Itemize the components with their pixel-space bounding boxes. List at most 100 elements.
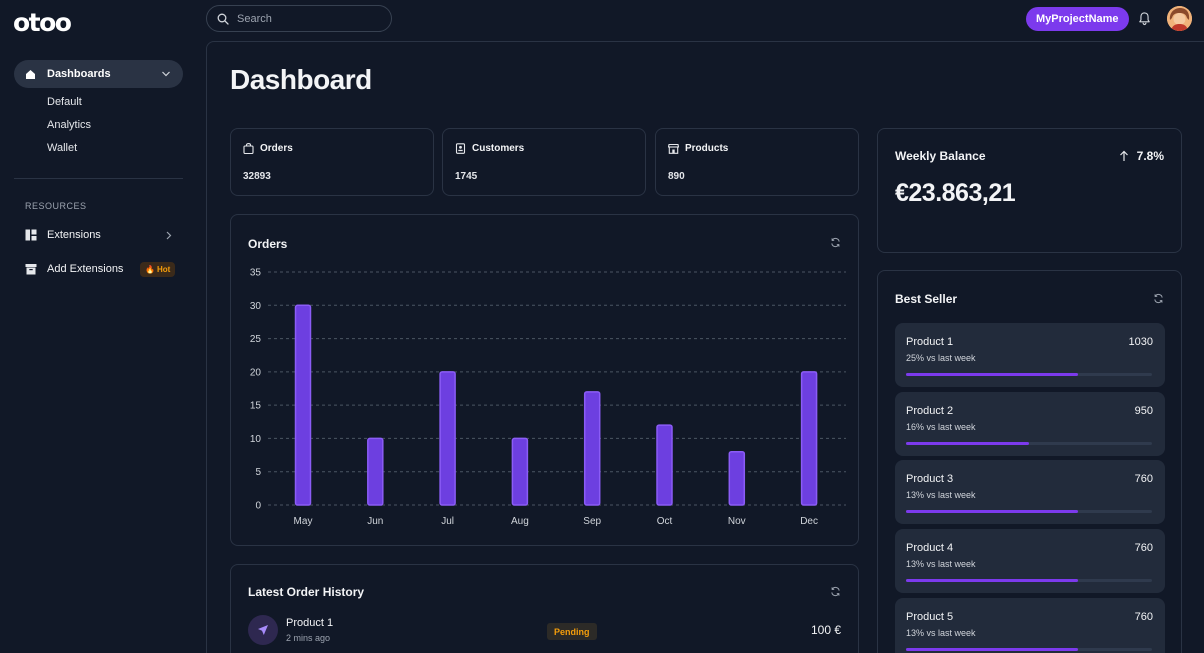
progress-track [906,579,1152,582]
product-trend: 13% vs last week [906,628,976,638]
grid-icon [25,229,37,241]
y-tick-label: 0 [255,501,261,512]
bar-jun[interactable] [367,437,384,506]
sidebar-item-label: Add Extensions [47,263,124,275]
stat-label: Customers [472,143,525,154]
progress-track [906,648,1152,651]
product-trend: 25% vs last week [906,353,976,363]
sidebar-item-add-extensions[interactable]: Add Extensions [25,263,123,275]
product-name: Product 3 [906,473,954,485]
y-tick-label: 35 [250,268,262,279]
best-seller-item[interactable]: Product 2 16% vs last week 950 [895,392,1165,456]
best-seller-item[interactable]: Product 5 13% vs last week 760 [895,598,1165,653]
product-trend: 16% vs last week [906,422,976,432]
app-logo[interactable]: otoo [13,8,72,37]
progress-fill [906,442,1029,445]
project-button[interactable]: MyProjectName [1026,7,1129,31]
bar-dec[interactable] [800,371,818,506]
sidebar-item-extensions[interactable]: Extensions [25,229,173,241]
bar-jul[interactable] [439,371,456,506]
store-icon [668,143,679,154]
progress-fill [906,373,1079,376]
stat-card-customers: Customers 1745 [442,128,646,196]
product-name: Product 2 [906,405,954,417]
bag-icon [243,143,254,154]
progress-track [906,510,1152,513]
stat-value: 32893 [243,171,271,182]
x-tick-label: Dec [800,516,818,527]
best-seller-item[interactable]: Product 1 25% vs last week 1030 [895,323,1165,387]
weekly-balance-amount: €23.863,21 [895,179,1016,207]
y-tick-label: 15 [250,401,262,412]
weekly-balance-percent: 7.8% [1136,149,1164,163]
status-badge: Pending [547,623,597,640]
search-box[interactable] [206,5,392,32]
search-icon [217,13,229,25]
best-seller-item[interactable]: Product 4 13% vs last week 760 [895,529,1165,593]
y-tick-label: 10 [250,434,262,445]
fire-icon: 🔥 [145,265,155,274]
bar-sep[interactable] [583,391,601,506]
orders-bar-chart: 0 5 10 15 20 25 30 35 May Jun Jul Aug Sep Oct Nov Dec [250,268,846,527]
bar-may[interactable] [294,304,312,506]
progress-track [906,373,1152,376]
weekly-balance-card: Weekly Balance 7.8% €23.863,21 [877,128,1182,253]
chevron-right-icon [166,231,172,240]
product-name: Product 5 [906,611,954,623]
x-tick-label: Oct [657,516,673,527]
send-icon [258,625,268,635]
refresh-icon[interactable] [1153,293,1164,304]
product-sales: 760 [1134,542,1153,554]
stat-card-orders: Orders 32893 [230,128,434,196]
arrow-up-icon [1119,150,1128,161]
x-tick-label: Jun [367,516,383,527]
x-tick-label: Nov [728,516,746,527]
orders-chart-card: Orders 0 5 10 15 20 25 30 35 May Jun Jul Aug Sep Oct N… [230,214,859,546]
bar-oct[interactable] [656,424,673,506]
chevron-down-icon [162,71,170,77]
progress-fill [906,648,1079,651]
sidebar-subitem-wallet[interactable]: Wallet [47,142,77,154]
home-icon [26,69,35,79]
bar-nov[interactable] [728,450,746,506]
bar-aug[interactable] [511,437,529,506]
avatar[interactable] [1167,6,1192,31]
stat-value: 1745 [455,171,478,182]
hot-badge-label: Hot [156,265,171,274]
sidebar-section-label: RESOURCES [25,201,87,211]
sidebar-item-dashboards[interactable]: Dashboards [14,60,183,88]
stat-label: Products [685,143,729,154]
order-time: 2 mins ago [286,633,331,643]
product-sales: 760 [1134,611,1153,623]
y-tick-label: 5 [255,467,261,478]
refresh-icon[interactable] [830,586,841,597]
y-tick-label: 20 [250,367,262,378]
stat-label: Orders [260,143,293,154]
sidebar-item-label: Extensions [47,229,101,241]
progress-fill [906,510,1079,513]
avatar-image [1167,6,1192,31]
bell-icon[interactable] [1137,11,1152,26]
sidebar-subitem-analytics[interactable]: Analytics [47,119,91,131]
y-tick-label: 25 [250,334,262,345]
best-seller-card: Best Seller Product 1 25% vs last week 1… [877,270,1182,653]
order-product-name: Product 1 [286,617,334,629]
weekly-balance-change: 7.8% [1119,149,1164,163]
product-sales: 1030 [1128,336,1153,348]
x-tick-label: Jul [441,516,454,527]
hot-badge: 🔥 Hot [140,262,176,277]
stat-value: 890 [668,171,685,182]
x-tick-label: May [294,516,313,527]
package-icon [25,264,37,275]
order-history-card: Latest Order History Product 1 2 mins ag… [230,564,859,653]
x-tick-label: Aug [511,516,529,527]
product-name: Product 4 [906,542,954,554]
y-tick-label: 30 [250,301,262,312]
product-trend: 13% vs last week [906,490,976,500]
product-trend: 13% vs last week [906,559,976,569]
best-seller-item[interactable]: Product 3 13% vs last week 760 [895,460,1165,524]
sidebar-subitem-default[interactable]: Default [47,96,82,108]
progress-track [906,442,1152,445]
product-name: Product 1 [906,336,954,348]
search-input[interactable] [237,12,377,25]
